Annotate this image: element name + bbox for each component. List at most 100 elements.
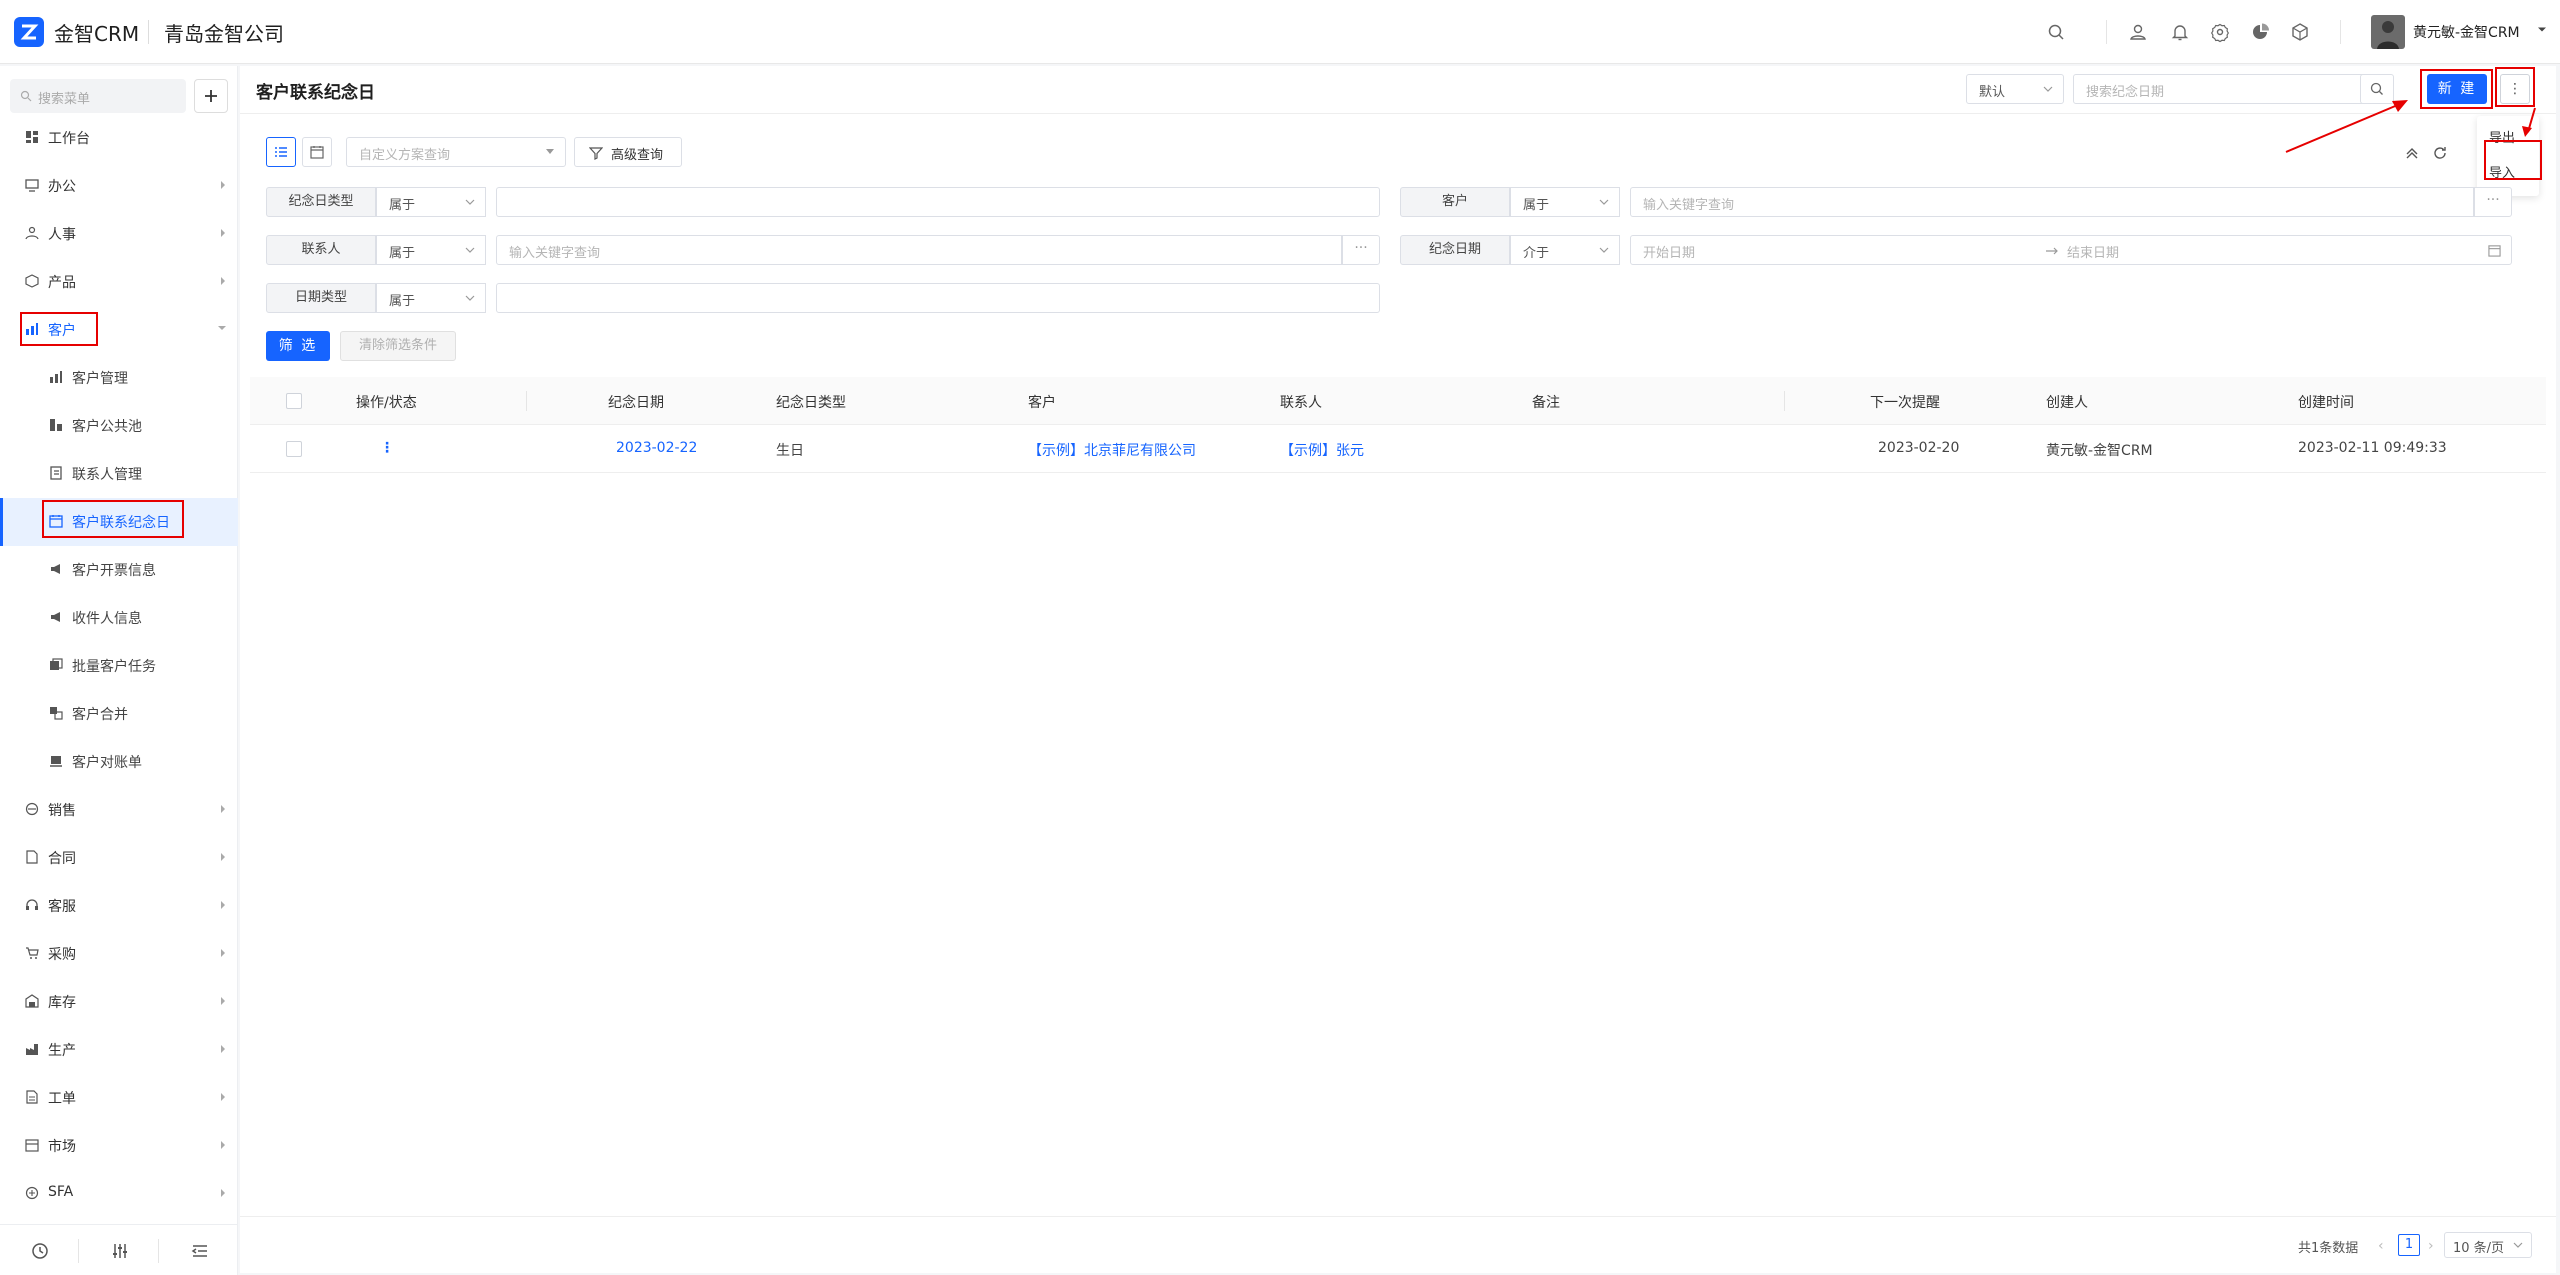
sidebar-subitem-invoice-info[interactable]: 客户开票信息 bbox=[0, 546, 238, 594]
column-header[interactable]: 联系人 bbox=[1280, 392, 1322, 412]
chevron-down-icon[interactable] bbox=[2536, 24, 2548, 36]
cell-anniversary-date[interactable]: 2023-02-22 bbox=[616, 440, 697, 456]
sidebar-subitem-recipient-info[interactable]: 收件人信息 bbox=[0, 594, 238, 642]
next-page-icon[interactable]: › bbox=[2428, 1238, 2434, 1254]
pie-chart-icon[interactable] bbox=[2248, 20, 2272, 44]
sidebar-subitem-merge[interactable]: 客户合并 bbox=[0, 690, 238, 738]
calendar-view-button[interactable] bbox=[302, 137, 332, 167]
sidebar-item-office[interactable]: 办公 bbox=[0, 162, 238, 210]
column-header[interactable]: 创建人 bbox=[2046, 392, 2088, 412]
date-range-input[interactable]: 开始日期 结束日期 bbox=[1630, 235, 2512, 265]
sidebar-item-contract[interactable]: 合同 bbox=[0, 834, 238, 882]
chevron-down-icon bbox=[465, 247, 475, 253]
advanced-query-button[interactable]: 高级查询 bbox=[574, 137, 682, 167]
filter-op-anniversary-type[interactable]: 属于 bbox=[376, 187, 486, 217]
filter-icon bbox=[589, 147, 603, 160]
sidebar-item-workbench[interactable]: 工作台 bbox=[0, 114, 238, 162]
collapse-up-icon[interactable] bbox=[2404, 145, 2420, 161]
column-header[interactable]: 创建时间 bbox=[2298, 392, 2354, 412]
custom-query-select[interactable]: 自定义方案查询 bbox=[346, 137, 566, 167]
contacts-icon[interactable] bbox=[2126, 20, 2150, 44]
advanced-query-label: 高级查询 bbox=[611, 148, 664, 163]
sidebar-item-sfa[interactable]: SFA bbox=[0, 1170, 238, 1218]
column-header[interactable]: 下一次提醒 bbox=[1870, 392, 1940, 412]
sidebar-item-service[interactable]: 客服 bbox=[0, 882, 238, 930]
filter-op-date-type[interactable]: 属于 bbox=[376, 283, 486, 313]
caret-right-icon bbox=[221, 277, 225, 285]
caret-right-icon bbox=[221, 1141, 225, 1149]
add-menu-button[interactable] bbox=[194, 79, 228, 113]
divider bbox=[78, 1239, 79, 1263]
collapse-menu-icon[interactable] bbox=[190, 1241, 210, 1261]
filter-input-contact[interactable]: 输入关键字查询 bbox=[496, 235, 1342, 265]
user-name[interactable]: 黄元敏-金智CRM bbox=[2413, 22, 2520, 42]
highlight-box bbox=[42, 500, 184, 538]
page-number[interactable]: 1 bbox=[2398, 1234, 2420, 1256]
sidebar-item-production[interactable]: 生产 bbox=[0, 1026, 238, 1074]
sidebar-item-label: 客户对账单 bbox=[72, 755, 142, 771]
customer-picker-button[interactable]: ··· bbox=[2474, 187, 2512, 217]
gear-icon[interactable] bbox=[2208, 20, 2232, 44]
chevron-down-icon bbox=[1599, 199, 1609, 205]
sidebar-subitem-contacts[interactable]: 联系人管理 bbox=[0, 450, 238, 498]
sidebar-item-inventory[interactable]: 库存 bbox=[0, 978, 238, 1026]
search-icon[interactable] bbox=[2044, 20, 2068, 44]
search-button[interactable] bbox=[2360, 74, 2394, 104]
chevron-down-icon bbox=[465, 295, 475, 301]
avatar[interactable] bbox=[2371, 15, 2405, 49]
pool-icon bbox=[50, 419, 62, 431]
row-checkbox[interactable] bbox=[286, 441, 302, 457]
sidebar-item-market[interactable]: 市场 bbox=[0, 1122, 238, 1170]
column-header[interactable]: 纪念日类型 bbox=[776, 392, 846, 412]
table-row[interactable]: ⋮ 2023-02-22 生日 【示例】北京菲尼有限公司 【示例】张元 2023… bbox=[250, 425, 2546, 473]
sidebar-subitem-statement[interactable]: 客户对账单 bbox=[0, 738, 238, 786]
cell-customer[interactable]: 【示例】北京菲尼有限公司 bbox=[1028, 440, 1196, 460]
cell-contact[interactable]: 【示例】张元 bbox=[1280, 440, 1364, 460]
menu-search-input[interactable]: 搜索菜单 bbox=[10, 79, 186, 113]
address-book-icon bbox=[50, 466, 62, 480]
column-divider[interactable] bbox=[526, 391, 527, 411]
clear-filters-button[interactable]: 清除筛选条件 bbox=[340, 331, 456, 361]
sidebar-item-purchase[interactable]: 采购 bbox=[0, 930, 238, 978]
bell-icon[interactable] bbox=[2168, 20, 2192, 44]
column-header[interactable]: 纪念日期 bbox=[608, 392, 664, 412]
sidebar-subitem-customer-management[interactable]: 客户管理 bbox=[0, 354, 238, 402]
prev-page-icon[interactable]: ‹ bbox=[2378, 1238, 2384, 1254]
filter-op-contact[interactable]: 属于 bbox=[376, 235, 486, 265]
filter-input-customer[interactable]: 输入关键字查询 bbox=[1630, 187, 2474, 217]
filter-op-value: 属于 bbox=[389, 246, 416, 261]
brand-logo-icon[interactable] bbox=[14, 17, 44, 47]
list-view-button[interactable] bbox=[266, 137, 296, 167]
refresh-icon[interactable] bbox=[2432, 145, 2448, 161]
filter-input-anniversary-type[interactable] bbox=[496, 187, 1380, 217]
column-header[interactable]: 客户 bbox=[1028, 392, 1056, 412]
search-input[interactable]: 搜索纪念日期 bbox=[2073, 74, 2365, 104]
filter-op-anniversary-date[interactable]: 介于 bbox=[1510, 235, 1620, 265]
start-date-placeholder[interactable]: 开始日期 bbox=[1643, 242, 1695, 261]
cube-icon[interactable] bbox=[2288, 20, 2312, 44]
sidebar-subitem-customer-pool[interactable]: 客户公共池 bbox=[0, 402, 238, 450]
end-date-placeholder[interactable]: 结束日期 bbox=[2067, 242, 2119, 261]
header-divider bbox=[240, 113, 2556, 114]
sliders-icon[interactable] bbox=[110, 1241, 130, 1261]
sidebar-item-product[interactable]: 产品 bbox=[0, 258, 238, 306]
view-select[interactable]: 默认 bbox=[1966, 74, 2064, 104]
history-icon[interactable] bbox=[30, 1241, 50, 1261]
page-size-value: 10 条/页 bbox=[2453, 1241, 2505, 1256]
highlight-box bbox=[2495, 67, 2535, 107]
sidebar-item-work-order[interactable]: 工单 bbox=[0, 1074, 238, 1122]
sidebar-item-hr[interactable]: 人事 bbox=[0, 210, 238, 258]
row-action-menu[interactable]: ⋮ bbox=[380, 440, 394, 456]
filter-input-date-type[interactable] bbox=[496, 283, 1380, 313]
column-header[interactable]: 操作/状态 bbox=[356, 392, 417, 412]
filter-op-customer[interactable]: 属于 bbox=[1510, 187, 1620, 217]
column-divider[interactable] bbox=[1784, 391, 1785, 411]
sidebar-item-sales[interactable]: 销售 bbox=[0, 786, 238, 834]
select-all-checkbox[interactable] bbox=[286, 393, 302, 409]
sidebar-subitem-batch-tasks[interactable]: 批量客户任务 bbox=[0, 642, 238, 690]
contact-picker-button[interactable]: ··· bbox=[1342, 235, 1380, 265]
caret-right-icon bbox=[221, 229, 225, 237]
column-header[interactable]: 备注 bbox=[1532, 392, 1560, 412]
page-size-select[interactable]: 10 条/页 bbox=[2444, 1232, 2532, 1258]
filter-button[interactable]: 筛 选 bbox=[266, 331, 330, 361]
